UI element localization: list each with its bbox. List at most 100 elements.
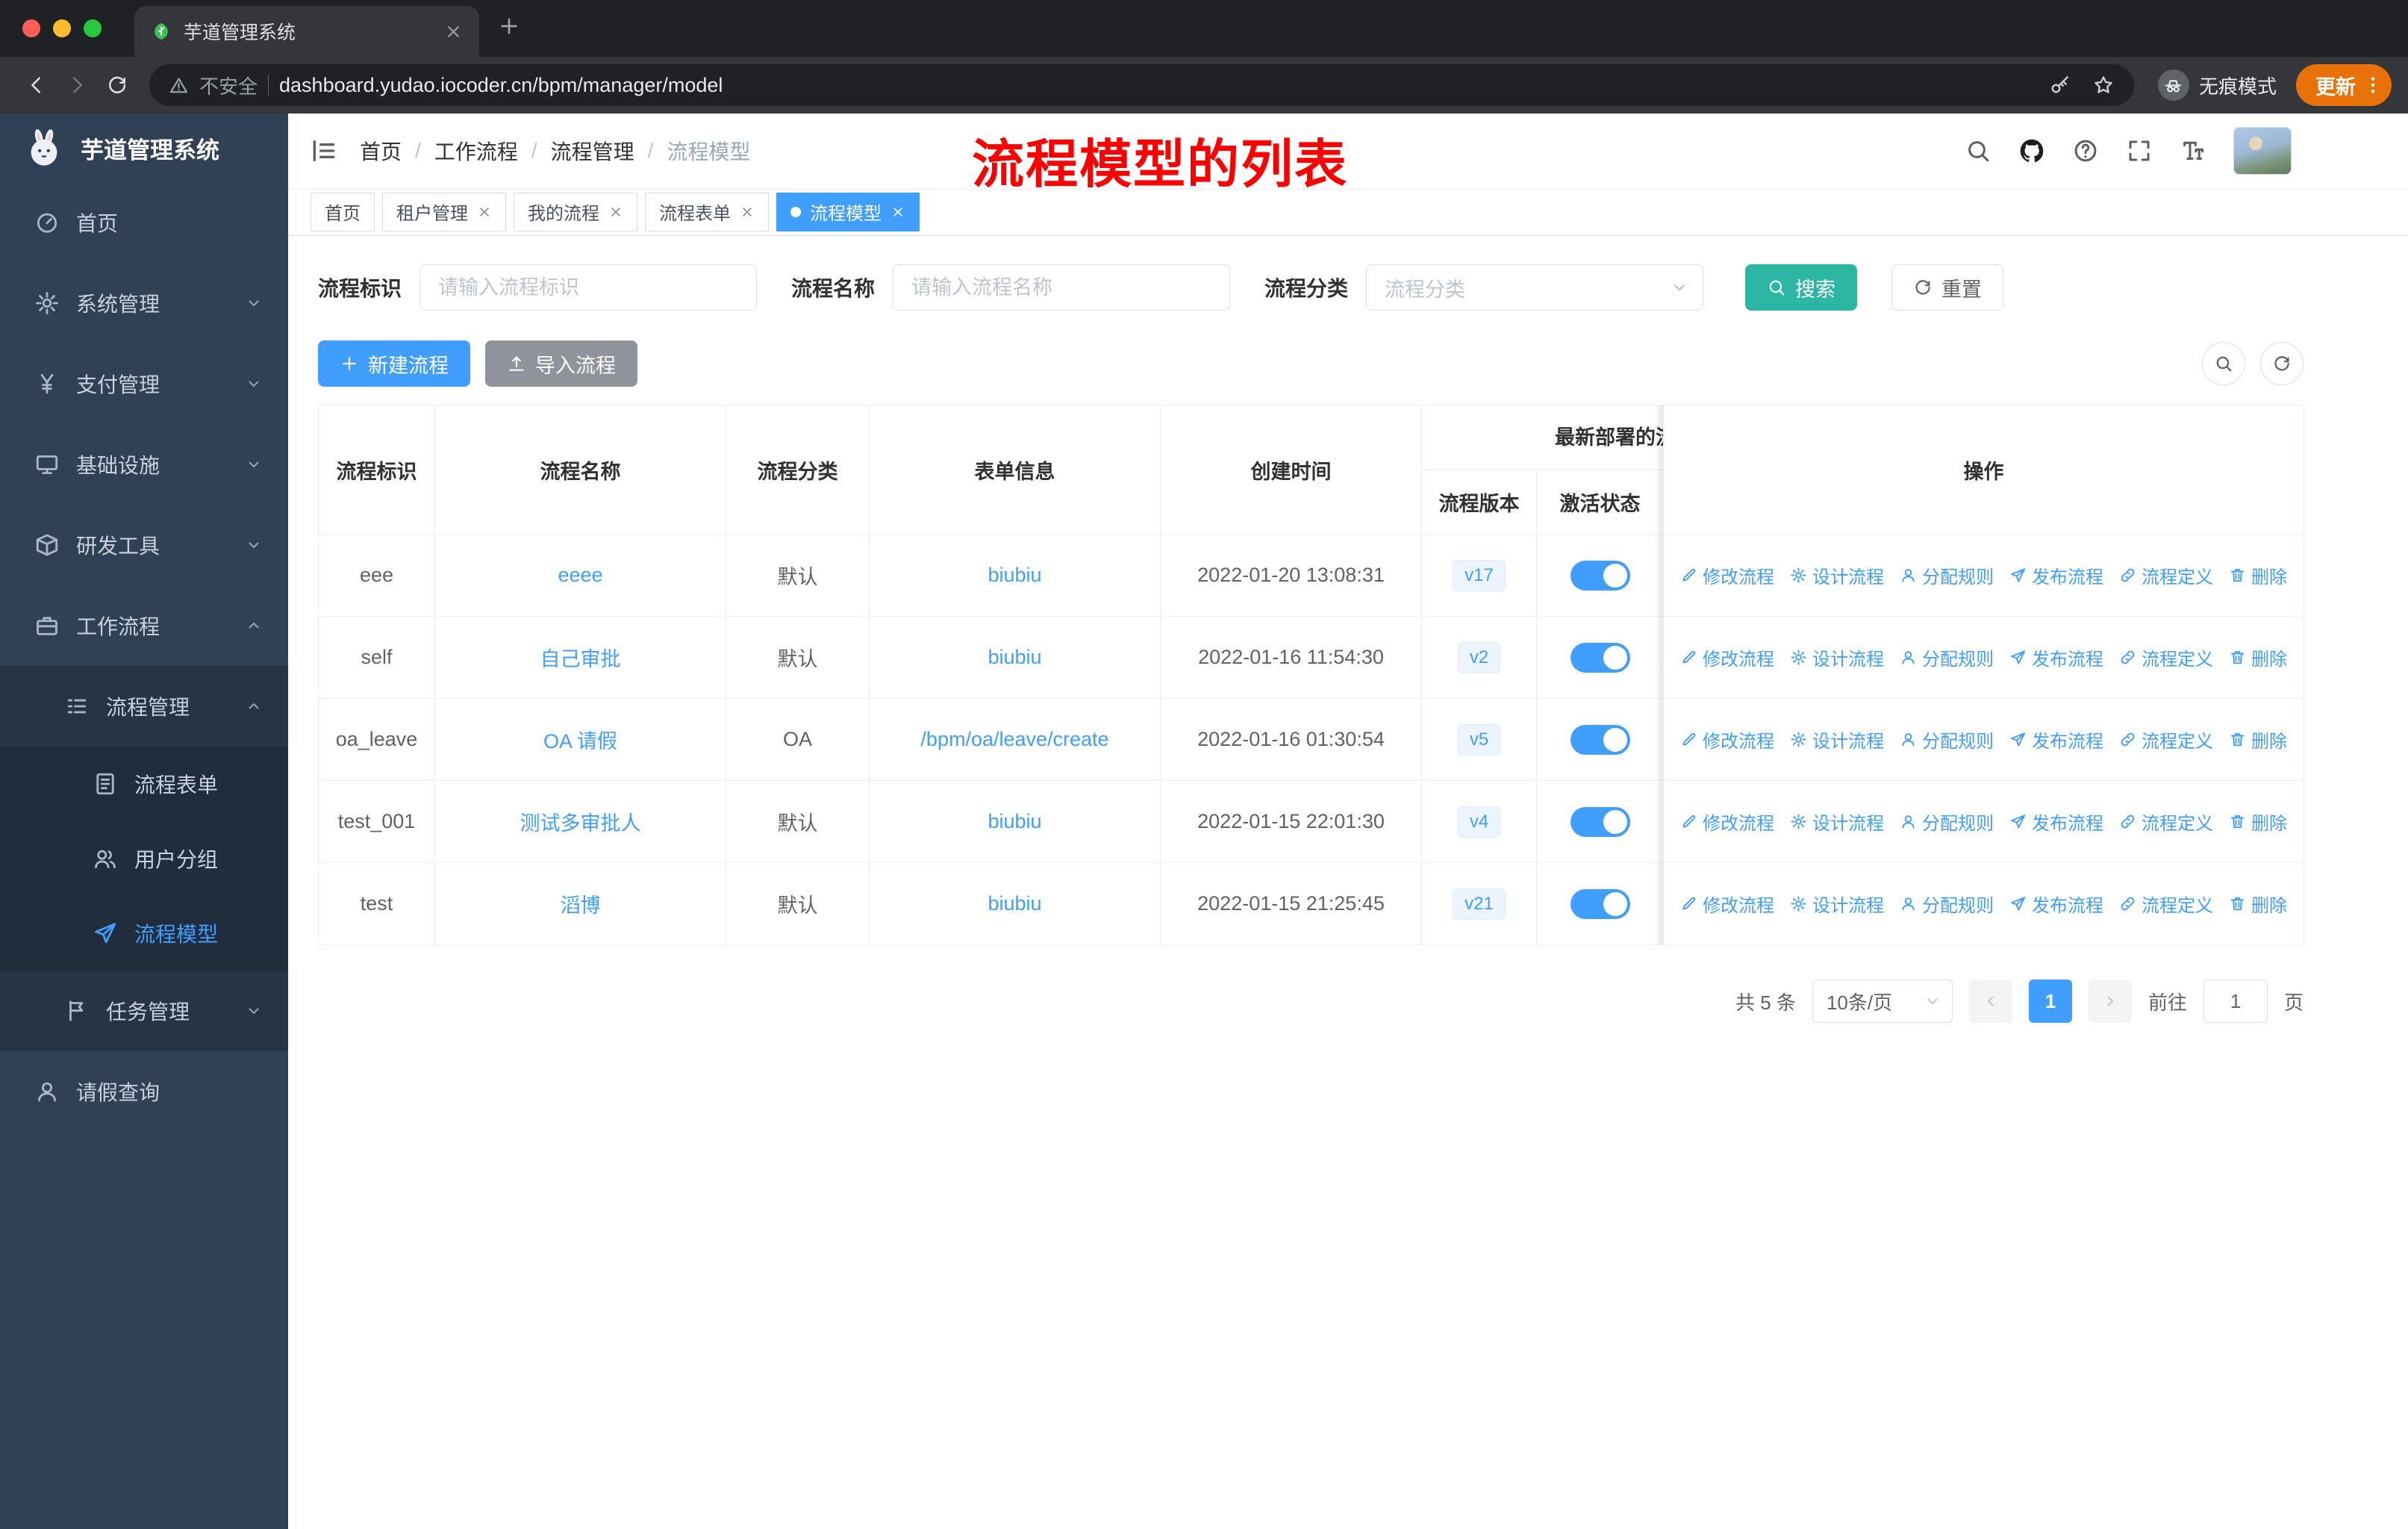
process-name-link[interactable]: 自己审批	[540, 648, 621, 670]
form-info-link[interactable]: /bpm/oa/leave/create	[920, 728, 1108, 750]
sidebar-item-process-model[interactable]: 流程模型	[0, 896, 288, 971]
browser-tab[interactable]: 芋道管理系统	[134, 6, 479, 57]
action-delete[interactable]: 删除	[2229, 726, 2287, 753]
close-icon[interactable]	[890, 205, 905, 219]
action-design-process[interactable]: 设计流程	[1790, 562, 1884, 588]
action-publish-process[interactable]: 发布流程	[2009, 809, 2103, 835]
action-edit-process[interactable]: 修改流程	[1680, 562, 1774, 588]
tag-home[interactable]: 首页	[311, 192, 375, 231]
next-page-button[interactable]	[2088, 980, 2132, 1023]
close-window-button[interactable]	[22, 19, 40, 37]
sidebar-collapse-icon[interactable]	[309, 136, 339, 166]
action-assign-rule[interactable]: 分配规则	[1900, 644, 1994, 670]
back-button[interactable]	[16, 65, 57, 105]
font-size-icon[interactable]	[2180, 137, 2206, 164]
action-publish-process[interactable]: 发布流程	[2009, 891, 2103, 917]
action-delete[interactable]: 删除	[2229, 809, 2287, 835]
app-logo[interactable]: 芋道管理系统	[0, 113, 288, 182]
action-edit-process[interactable]: 修改流程	[1680, 891, 1774, 917]
action-delete[interactable]: 删除	[2229, 644, 2287, 670]
form-info-link[interactable]: biubiu	[988, 646, 1041, 668]
show-search-button[interactable]	[2202, 342, 2245, 385]
action-edit-process[interactable]: 修改流程	[1680, 726, 1774, 753]
close-icon[interactable]	[477, 205, 492, 219]
current-page-button[interactable]: 1	[2028, 980, 2072, 1023]
action-process-definition[interactable]: 流程定义	[2119, 644, 2213, 670]
action-design-process[interactable]: 设计流程	[1790, 726, 1884, 753]
reset-button[interactable]: 重置	[1891, 264, 2004, 311]
tag-process-form[interactable]: 流程表单	[645, 192, 769, 231]
action-process-definition[interactable]: 流程定义	[2119, 809, 2213, 835]
sidebar-item-infrastructure[interactable]: 基础设施	[0, 424, 288, 505]
action-assign-rule[interactable]: 分配规则	[1900, 726, 1994, 753]
minimize-window-button[interactable]	[53, 19, 71, 37]
action-assign-rule[interactable]: 分配规则	[1900, 809, 1994, 835]
tag-tenant-mgmt[interactable]: 租户管理	[382, 192, 506, 231]
reload-button[interactable]	[97, 65, 137, 105]
forward-button[interactable]	[57, 65, 97, 105]
breadcrumb-workflow[interactable]: 工作流程	[434, 136, 518, 166]
tag-my-process[interactable]: 我的流程	[514, 192, 637, 231]
action-design-process[interactable]: 设计流程	[1790, 891, 1884, 917]
action-publish-process[interactable]: 发布流程	[2009, 726, 2103, 753]
process-name-link[interactable]: OA 请假	[543, 730, 617, 753]
browser-update-button[interactable]: 更新	[2296, 64, 2392, 106]
active-toggle[interactable]	[1570, 806, 1630, 837]
process-name-link[interactable]: 滔博	[561, 894, 601, 917]
action-assign-rule[interactable]: 分配规则	[1900, 562, 1994, 588]
action-delete[interactable]: 删除	[2229, 891, 2287, 917]
action-edit-process[interactable]: 修改流程	[1680, 809, 1774, 835]
fullscreen-icon[interactable]	[2126, 137, 2153, 164]
security-label[interactable]: 不安全	[199, 72, 258, 99]
action-design-process[interactable]: 设计流程	[1790, 644, 1884, 670]
security-warning-icon[interactable]	[169, 75, 189, 96]
process-name-link[interactable]: 测试多审批人	[520, 812, 641, 835]
active-toggle[interactable]	[1570, 642, 1630, 673]
action-process-definition[interactable]: 流程定义	[2119, 891, 2213, 917]
sidebar-item-dev-tools[interactable]: 研发工具	[0, 505, 288, 585]
sidebar-item-task-mgmt[interactable]: 任务管理	[0, 971, 288, 1051]
sidebar-item-leave-query[interactable]: 请假查询	[0, 1051, 288, 1132]
prev-page-button[interactable]	[1968, 980, 2012, 1023]
github-icon[interactable]	[2018, 137, 2045, 164]
user-avatar[interactable]	[2233, 127, 2292, 175]
goto-page-input[interactable]	[2203, 980, 2268, 1023]
active-toggle[interactable]	[1570, 560, 1630, 591]
process-category-select[interactable]: 流程分类	[1366, 264, 1704, 311]
process-name-input[interactable]	[893, 264, 1231, 311]
process-name-link[interactable]: eeee	[558, 564, 602, 586]
sidebar-item-process-form[interactable]: 流程表单	[0, 747, 288, 821]
form-info-link[interactable]: biubiu	[988, 892, 1041, 915]
close-icon[interactable]	[740, 205, 755, 219]
active-toggle[interactable]	[1570, 724, 1630, 755]
sidebar-item-process-mgmt[interactable]: 流程管理	[0, 666, 288, 747]
import-process-button[interactable]: 导入流程	[485, 340, 637, 387]
breadcrumb-process-mgmt[interactable]: 流程管理	[551, 136, 634, 166]
tag-process-model[interactable]: 流程模型	[776, 192, 920, 231]
action-process-definition[interactable]: 流程定义	[2119, 562, 2213, 588]
active-toggle[interactable]	[1570, 888, 1630, 919]
action-publish-process[interactable]: 发布流程	[2009, 562, 2103, 588]
breadcrumb-home[interactable]: 首页	[360, 136, 402, 166]
sidebar-item-system-mgmt[interactable]: 系统管理	[0, 263, 288, 343]
maximize-window-button[interactable]	[84, 19, 102, 37]
action-assign-rule[interactable]: 分配规则	[1900, 891, 1994, 917]
create-process-button[interactable]: 新建流程	[318, 340, 470, 387]
search-button[interactable]: 搜索	[1745, 264, 1858, 311]
password-key-icon[interactable]	[2049, 74, 2071, 96]
incognito-profile-chip[interactable]: 无痕模式	[2146, 64, 2289, 106]
help-icon[interactable]	[2072, 137, 2099, 164]
url-text[interactable]: dashboard.yudao.iocoder.cn/bpm/manager/m…	[279, 74, 2028, 97]
bookmark-star-icon[interactable]	[2092, 74, 2115, 96]
tab-close-icon[interactable]	[444, 22, 463, 41]
sidebar-item-workflow[interactable]: 工作流程	[0, 585, 288, 666]
process-id-input[interactable]	[419, 264, 758, 311]
action-process-definition[interactable]: 流程定义	[2119, 726, 2213, 753]
sidebar-item-user-group[interactable]: 用户分组	[0, 821, 288, 896]
action-publish-process[interactable]: 发布流程	[2009, 644, 2103, 670]
refresh-table-button[interactable]	[2260, 342, 2303, 385]
form-info-link[interactable]: biubiu	[988, 810, 1041, 832]
search-icon[interactable]	[1965, 137, 1991, 164]
action-design-process[interactable]: 设计流程	[1790, 809, 1884, 835]
address-bar[interactable]: 不安全 dashboard.yudao.iocoder.cn/bpm/manag…	[149, 64, 2134, 106]
